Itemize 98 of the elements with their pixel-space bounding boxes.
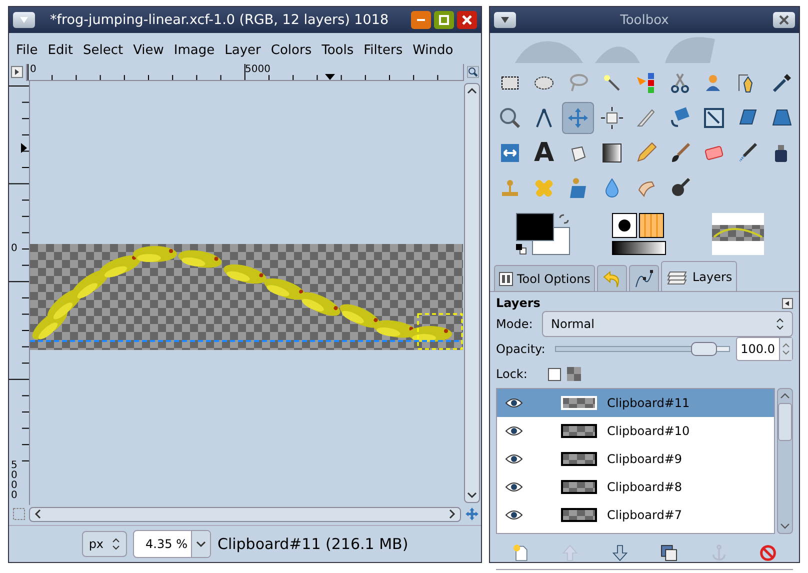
menu-item[interactable]: File — [11, 42, 43, 58]
spinner-icon — [112, 538, 120, 550]
default-colors-icon — [516, 244, 527, 255]
window-title: Toolbox — [619, 12, 670, 28]
layer-row[interactable]: Clipboard#8 — [497, 473, 774, 501]
unit-dropdown[interactable]: px — [82, 531, 127, 557]
ruler-label: 0 — [30, 64, 36, 74]
panel-title: Layers — [496, 296, 540, 310]
rotate-icon — [668, 106, 692, 130]
menu-item[interactable]: Filters — [358, 42, 408, 58]
text-tool-button[interactable]: A — [528, 137, 560, 169]
scrollbar-thumb[interactable] — [778, 403, 792, 441]
ruler-label: 5000 — [245, 64, 270, 74]
menu-item[interactable]: Colors — [266, 42, 317, 58]
caret-icon — [500, 16, 510, 24]
minimize-button[interactable] — [411, 11, 431, 29]
layer-name: Clipboard#8 — [607, 480, 682, 494]
slider-handle[interactable] — [690, 342, 717, 356]
caret-icon — [19, 16, 29, 24]
layer-row[interactable]: Clipboard#10 — [497, 417, 774, 445]
layer-thumbnail-drawing — [561, 508, 597, 522]
opacity-field[interactable]: 100.0 — [736, 337, 793, 361]
layer-name: Clipboard#9 — [607, 452, 682, 466]
window-title: *frog-jumping-linear.xcf-1.0 (RGB, 12 layers) 1018 — [49, 12, 390, 28]
scale-icon — [702, 106, 726, 130]
ruler-label: 0 — [11, 244, 18, 254]
layer-name: Clipboard#11 — [607, 396, 690, 410]
menu-item[interactable]: Layer — [220, 42, 266, 58]
layer-thumbnail-drawing — [561, 480, 597, 494]
maximize-button[interactable] — [434, 11, 454, 29]
zoom-icon[interactable] — [467, 66, 479, 78]
vertical-scrollbar[interactable] — [777, 388, 793, 534]
menu-item[interactable]: Image — [168, 42, 220, 58]
delete-icon — [758, 543, 778, 563]
zoom-dropdown[interactable]: 4.35 % — [132, 530, 212, 558]
maximize-icon — [438, 14, 450, 26]
spinner-icon — [782, 342, 790, 356]
menu-item[interactable]: Windo — [408, 42, 458, 58]
pattern-icon[interactable] — [639, 213, 664, 238]
menu-item[interactable]: Tools — [316, 42, 359, 58]
layer-row[interactable]: Clipboard#9 — [497, 445, 774, 473]
vertical-scrollbar[interactable] — [464, 83, 480, 503]
eye-icon[interactable] — [505, 482, 523, 492]
menu-item[interactable]: View — [128, 42, 169, 58]
layer-name: Clipboard#10 — [607, 424, 690, 438]
pencil-icon — [634, 141, 658, 165]
lock-checkbox[interactable] — [548, 368, 561, 380]
eye-icon[interactable] — [505, 454, 523, 464]
pointer-position-icon — [325, 74, 335, 80]
mode-dropdown[interactable]: Normal — [542, 311, 793, 337]
paths-icon — [634, 268, 654, 288]
layer-row[interactable]: Clipboard#7 — [497, 501, 774, 529]
layer-thumbnail-drawing — [561, 396, 597, 410]
eye-icon[interactable] — [505, 510, 523, 520]
status-text: Clipboard#11 (216.1 MB) — [217, 535, 408, 553]
mode-label: Mode: — [496, 317, 534, 331]
menu-item[interactable]: Select — [78, 42, 128, 58]
lock-label: Lock: — [496, 367, 528, 381]
window-menu-button[interactable] — [13, 12, 35, 28]
dock-tab[interactable]: Layers — [661, 261, 738, 291]
layer-thumbnail-drawing — [561, 452, 597, 466]
image-preview-drawing[interactable] — [712, 213, 764, 255]
close-button[interactable] — [457, 11, 477, 29]
eyedropper-icon — [770, 71, 794, 95]
duplicate-icon — [659, 543, 680, 563]
brush-icon[interactable] — [612, 213, 637, 238]
magnifier-icon — [498, 106, 522, 130]
paths-tab[interactable] — [629, 265, 660, 291]
close-button[interactable] — [773, 12, 795, 28]
horizontal-scrollbar[interactable] — [29, 506, 461, 522]
opacity-label: Opacity: — [496, 342, 546, 356]
layer-row[interactable]: Clipboard#11 — [497, 389, 774, 417]
menu-item[interactable]: Edit — [42, 42, 78, 58]
dock-tab[interactable]: Tool Options — [494, 265, 596, 291]
ruler-label: 5000 — [11, 461, 18, 501]
color-swatches[interactable] — [516, 213, 572, 255]
sliders-icon — [499, 272, 513, 286]
swap-icon — [558, 213, 570, 225]
eye-icon[interactable] — [505, 398, 523, 408]
minimize-icon — [417, 19, 425, 21]
close-icon — [461, 14, 473, 26]
layer-thumbnail-drawing — [561, 424, 597, 438]
flip-icon — [498, 141, 522, 165]
align-icon — [600, 106, 624, 130]
up-arrow-icon — [560, 543, 580, 563]
caret-icon — [196, 540, 206, 548]
panel-menu-icon[interactable] — [782, 298, 793, 308]
spinner-icon — [776, 318, 784, 330]
move-icon — [566, 106, 590, 130]
window-menu-button[interactable] — [494, 12, 516, 28]
pointer-position-icon — [21, 143, 27, 153]
scissors-icon — [668, 71, 692, 95]
eye-icon[interactable] — [505, 426, 523, 436]
gradient-icon — [600, 141, 624, 165]
close-icon — [778, 14, 790, 26]
gradient-icon[interactable] — [612, 241, 666, 255]
navigate-icon[interactable] — [465, 507, 479, 521]
layer-name: Clipboard#7 — [607, 508, 682, 522]
